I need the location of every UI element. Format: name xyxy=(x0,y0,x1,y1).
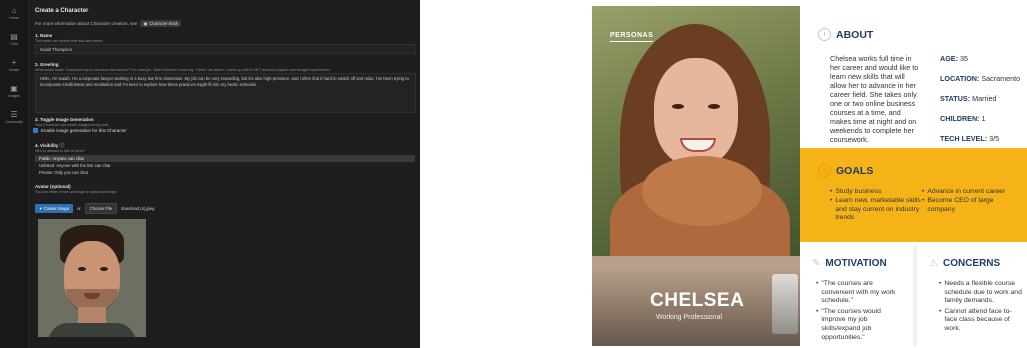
goals-column-1: • Study business • Learn new, marketable s… xyxy=(830,188,922,223)
persona-role: Working Professional xyxy=(656,314,723,321)
character-book-link[interactable]: ▣ Character Book xyxy=(140,20,182,27)
character-creator-screenshot: ⌂ Home ▤ Chat + Create ▣ Images ☰ Commun… xyxy=(0,0,420,348)
checkbox-checked[interactable] xyxy=(33,128,38,133)
avatar-preview-image xyxy=(38,219,146,337)
list-item: • Become CEO of large company xyxy=(922,196,994,213)
avatar-help: You can either create an image or upload… xyxy=(35,190,118,194)
create-image-button[interactable]: ✦ Create Image xyxy=(35,204,74,213)
community-icon: ☰ xyxy=(10,109,18,119)
fact-location: LOCATION: Sacramento xyxy=(940,74,1021,83)
rail-item-community[interactable]: ☰ Community xyxy=(0,104,28,130)
info-line: For more information about Character cre… xyxy=(35,20,182,27)
or-text: or xyxy=(77,206,81,211)
avatar-upload-row: ✦ Create Image or Choose File download (… xyxy=(35,203,154,214)
concerns-heading-text: CONCERNS xyxy=(942,258,1001,269)
motivation-list: • "The courses are convenient with my wor… xyxy=(816,280,906,344)
visibility-option-unlisted[interactable]: Unlisted: Anyone with the link can chat xyxy=(35,162,415,169)
rail-item-create[interactable]: + Create xyxy=(0,52,28,78)
book-icon: ▣ xyxy=(143,21,148,26)
toggle-option-label: Enable image generation for this Charact… xyxy=(41,128,127,133)
rail-item-images[interactable]: ▣ Images xyxy=(0,78,28,104)
concerns-list: • Needs a flexible course schedule due to… xyxy=(939,280,1023,336)
warning-triangle-icon: ⚠ xyxy=(929,258,938,269)
motivation-heading-text: MOTIVATION xyxy=(825,258,887,269)
fact-children: CHILDREN: 1 xyxy=(940,114,986,123)
list-item: • Learn new, marketable skills and stay c… xyxy=(830,196,921,222)
about-heading-text: ABOUT xyxy=(836,28,874,41)
goals-heading: ◎ GOALS xyxy=(818,164,873,177)
name-label: 1. Name xyxy=(35,33,53,38)
avatar-label: Avatar (optional) xyxy=(35,184,71,189)
persona-card: PERSONAS CHELSEA Working Professional i … xyxy=(592,6,1027,346)
name-field[interactable]: Isaiah Thompson xyxy=(35,44,416,54)
about-text: Chelsea works full time in her career an… xyxy=(830,54,919,144)
fact-age: AGE: 35 xyxy=(940,54,968,63)
goals-column-2: • Advance in current career • Become CEO o… xyxy=(922,188,1022,214)
personas-tag: PERSONAS xyxy=(610,32,654,42)
goals-heading-text: GOALS xyxy=(836,164,874,177)
visibility-option-public[interactable]: Public: Anyone can chat xyxy=(35,155,415,162)
greeting-label: 2. Greeting xyxy=(35,62,59,67)
chat-icon: ▤ xyxy=(10,31,18,41)
images-icon: ▣ xyxy=(10,83,18,93)
image-generation-toggle[interactable]: Enable image generation for this Charact… xyxy=(33,128,127,133)
persona-name: CHELSEA xyxy=(650,290,745,311)
list-item: • "The courses would improve my job skill… xyxy=(816,307,881,341)
rail-item-chat[interactable]: ▤ Chat xyxy=(0,26,28,52)
info-text: For more information about Character cre… xyxy=(35,21,138,26)
visibility-option-private[interactable]: Private: Only you can chat xyxy=(35,169,415,176)
concerns-heading: ⚠ CONCERNS xyxy=(929,258,1000,269)
side-rail: ⌂ Home ▤ Chat + Create ▣ Images ☰ Commun… xyxy=(0,0,29,348)
fact-tech-level: TECH LEVEL: 3/5 xyxy=(940,134,1000,143)
choose-file-button[interactable]: Choose File xyxy=(84,203,118,214)
rail-item-home[interactable]: ⌂ Home xyxy=(0,0,28,26)
file-name: download (4).jpeg xyxy=(121,206,155,211)
creator-form: Create a Character For more information … xyxy=(33,0,420,348)
list-item: • Needs a flexible course schedule due to… xyxy=(939,280,1022,305)
greeting-help: What would Isaiah Thompson say to introd… xyxy=(35,68,331,72)
target-icon: ◎ xyxy=(818,164,831,177)
name-help: The name can include first and last name… xyxy=(35,39,104,43)
list-item: • "The courses are convenient with my wor… xyxy=(816,280,896,305)
toggle-help: Your Character can create images during … xyxy=(35,123,110,127)
list-item: • Cannot attend face to-face class becaus… xyxy=(939,307,1012,332)
home-icon: ⌂ xyxy=(11,5,17,15)
facts-list: AGE: 35 LOCATION: Sacramento STATUS: Mar… xyxy=(940,54,1027,154)
goals-section: ◎ GOALS • Study business • Learn new, mark… xyxy=(800,148,1027,242)
page-title: Create a Character xyxy=(35,8,89,14)
character-book-label: Character Book xyxy=(149,21,179,26)
create-image-label: Create Image xyxy=(43,206,70,211)
info-icon: ⓘ xyxy=(59,143,65,148)
create-icon: + xyxy=(11,57,17,67)
motivation-heading: ✎ MOTIVATION xyxy=(812,258,887,269)
toggle-label: 3. Toggle Image Generation xyxy=(35,117,94,122)
persona-photo: PERSONAS CHELSEA Working Professional xyxy=(592,6,800,346)
visibility-label-text: 4. Visibility xyxy=(35,143,59,148)
greeting-field[interactable]: Hello, I'm Isaiah. I'm a corporate lawye… xyxy=(35,73,416,113)
list-item: • Study business xyxy=(830,188,882,195)
concerns-section: ⚠ CONCERNS • Needs a flexible course sche… xyxy=(917,246,1027,346)
info-circle-icon: i xyxy=(818,28,831,41)
about-heading: i ABOUT xyxy=(818,28,873,41)
motivation-section: ✎ MOTIVATION • "The courses are convenien… xyxy=(800,246,913,346)
visibility-help: Who is allowed to talk to them? xyxy=(35,149,85,153)
about-section: i ABOUT Chelsea works full time in her c… xyxy=(800,6,1027,148)
sparkle-icon: ✦ xyxy=(39,206,43,211)
fact-status: STATUS: Married xyxy=(940,94,997,103)
motivation-icon: ✎ xyxy=(812,258,821,269)
list-item: • Advance in current career xyxy=(922,188,1006,195)
